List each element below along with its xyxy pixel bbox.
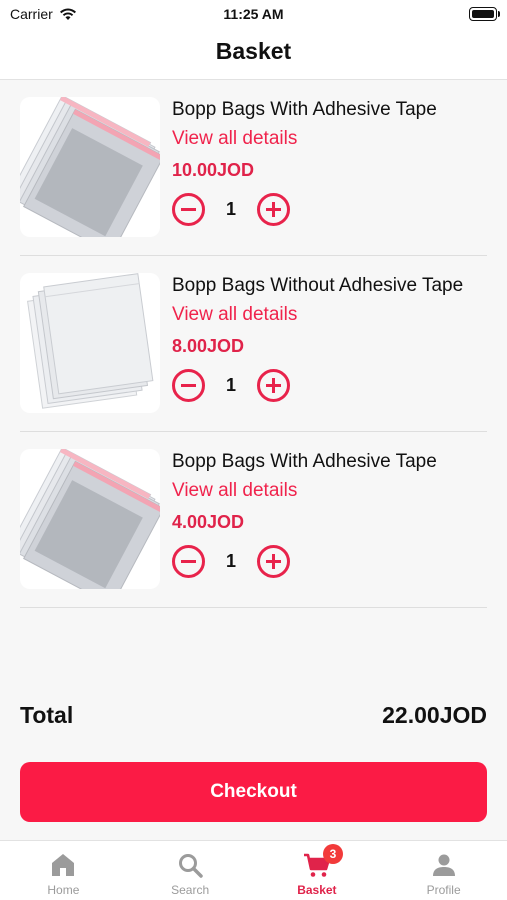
product-price: 4.00JOD <box>172 512 245 532</box>
product-image[interactable] <box>20 273 160 413</box>
tab-bar: Home Search Basket Profile <box>0 840 507 900</box>
product-price: 10.00JOD <box>172 160 255 180</box>
view-details-link[interactable]: View all details <box>172 304 487 326</box>
quantity-stepper: 1 <box>172 369 487 402</box>
quantity-value: 1 <box>225 199 236 219</box>
status-time: 11:25 AM <box>223 6 284 22</box>
tab-profile[interactable]: Profile <box>380 841 507 900</box>
quantity-value: 1 <box>225 551 236 571</box>
tab-label: Profile <box>426 883 461 897</box>
product-image[interactable] <box>20 97 160 237</box>
decrease-quantity-button[interactable] <box>172 369 205 402</box>
profile-icon <box>432 854 455 876</box>
page-title: Basket <box>215 38 292 64</box>
increase-quantity-button[interactable] <box>257 545 290 578</box>
tab-label: Search <box>171 883 210 897</box>
decrease-quantity-button[interactable] <box>172 545 205 578</box>
total-row: Total 22.00JOD <box>20 702 487 729</box>
basket-item: Bopp Bags With Adhesive Tape View all de… <box>20 432 487 608</box>
cart-count-badge: 3 <box>323 844 343 864</box>
view-details-link[interactable]: View all details <box>172 480 487 502</box>
product-name: Bopp Bags Without Adhesive Tape <box>172 275 464 296</box>
status-bar: Carrier 11:25 AM <box>0 0 507 28</box>
basket-list: Bopp Bags With Adhesive Tape View all de… <box>20 80 487 608</box>
minus-icon <box>181 384 196 387</box>
basket-item: Bopp Bags With Adhesive Tape View all de… <box>20 80 487 256</box>
product-name: Bopp Bags With Adhesive Tape <box>172 99 437 120</box>
search-icon <box>179 854 203 878</box>
decrease-quantity-button[interactable] <box>172 193 205 226</box>
tab-basket[interactable]: Basket <box>254 841 381 900</box>
checkout-button[interactable]: Checkout <box>20 762 487 822</box>
product-price: 8.00JOD <box>172 336 245 356</box>
tab-label: Home <box>47 883 80 897</box>
minus-icon <box>181 208 196 211</box>
battery-icon <box>469 7 500 21</box>
tab-search[interactable]: Search <box>127 841 254 900</box>
product-name: Bopp Bags With Adhesive Tape <box>172 451 437 472</box>
total-label: Total <box>20 702 74 728</box>
quantity-stepper: 1 <box>172 193 487 226</box>
increase-quantity-button[interactable] <box>257 369 290 402</box>
quantity-stepper: 1 <box>172 545 487 578</box>
tab-label: Basket <box>297 883 337 897</box>
minus-icon <box>181 560 196 563</box>
total-value: 22.00JOD <box>382 702 487 728</box>
home-icon <box>52 854 75 876</box>
nav-header: Basket <box>0 28 507 80</box>
quantity-value: 1 <box>225 375 236 395</box>
increase-quantity-button[interactable] <box>257 193 290 226</box>
tab-home[interactable]: Home <box>0 841 127 900</box>
product-image[interactable] <box>20 449 160 589</box>
basket-item: Bopp Bags Without Adhesive Tape View all… <box>20 256 487 432</box>
view-details-link[interactable]: View all details <box>172 128 487 150</box>
